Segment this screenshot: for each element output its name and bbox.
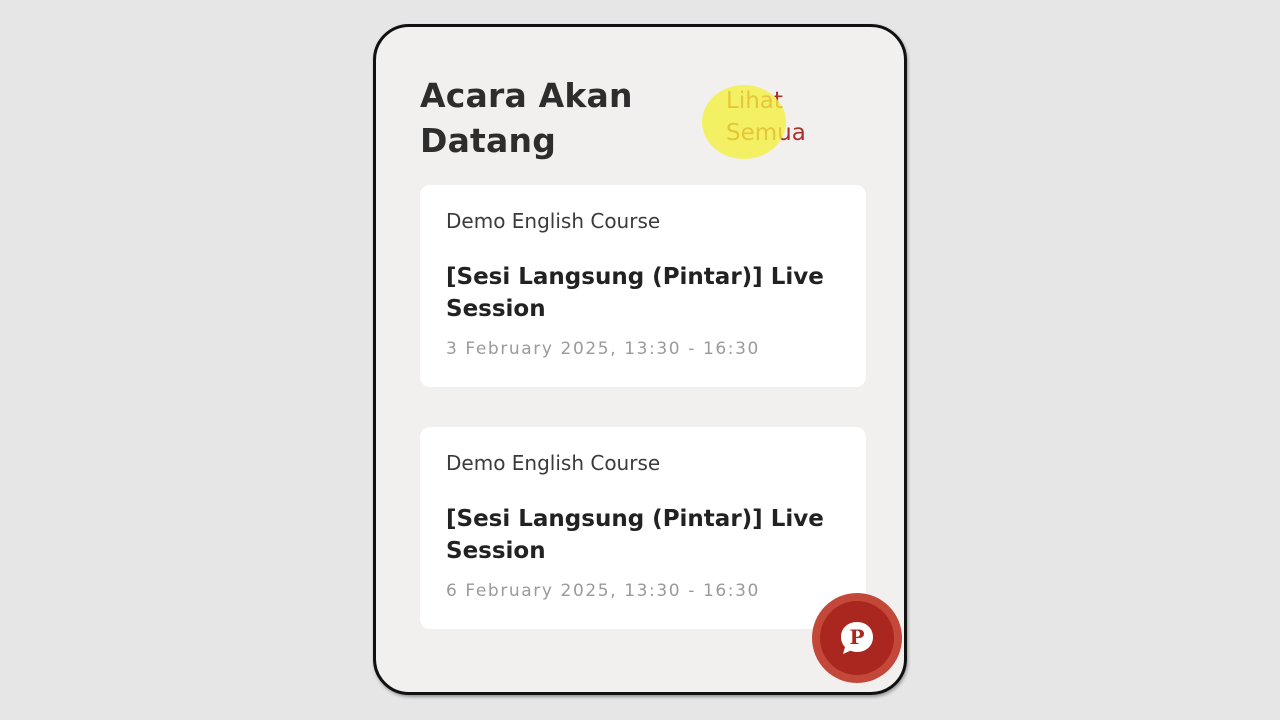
chat-button[interactable]: P — [812, 593, 902, 683]
section-title: Acara Akan Datang — [420, 76, 633, 160]
event-course: Demo English Course — [446, 209, 661, 233]
chat-bubble-p-icon: P — [841, 622, 873, 654]
see-all-link[interactable]: Lihat Semua — [726, 85, 836, 149]
chat-button-inner: P — [820, 601, 894, 675]
see-all-label: Lihat Semua — [726, 88, 806, 146]
event-datetime: 6 February 2025, 13:30 - 16:30 — [446, 581, 760, 601]
event-course: Demo English Course — [446, 451, 661, 475]
event-card[interactable]: Demo English Course [Sesi Langsung (Pint… — [420, 185, 866, 387]
event-datetime: 3 February 2025, 13:30 - 16:30 — [446, 339, 760, 359]
mobile-frame: Acara Akan Datang Lihat Semua Demo Engli… — [373, 24, 907, 695]
chat-button-letter: P — [849, 625, 864, 649]
event-card[interactable]: Demo English Course [Sesi Langsung (Pint… — [420, 427, 866, 629]
event-title: [Sesi Langsung (Pintar)] Live Session — [446, 506, 824, 564]
event-title: [Sesi Langsung (Pintar)] Live Session — [446, 264, 824, 322]
